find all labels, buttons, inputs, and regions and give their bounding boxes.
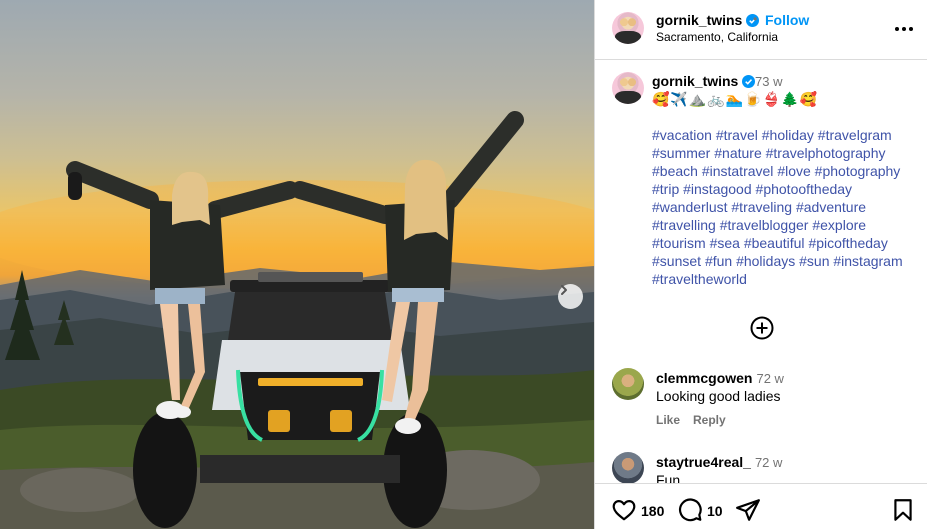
- hashtag-link[interactable]: #trip: [652, 181, 679, 197]
- hashtag-link[interactable]: #tourism: [652, 235, 706, 251]
- hashtag-link[interactable]: #travel: [716, 127, 758, 143]
- caption-emojis: 🥰✈️⛰️🚲🏊🍺👙🌲🥰: [652, 91, 818, 107]
- hashtag-link[interactable]: #travelgram: [818, 127, 892, 143]
- hashtag-link[interactable]: #travelblogger: [720, 217, 809, 233]
- share-paper-plane-icon[interactable]: [735, 497, 761, 523]
- hashtag-link[interactable]: #photooftheday: [756, 181, 853, 197]
- hashtag-link[interactable]: #adventure: [796, 199, 866, 215]
- hashtag-link[interactable]: #love: [777, 163, 810, 179]
- comment-timestamp[interactable]: 72 w: [756, 371, 783, 386]
- comment-username-row: clemmcgowen 72 w: [656, 370, 784, 386]
- save-bookmark-icon[interactable]: [890, 497, 916, 523]
- header-separator: •: [753, 12, 758, 26]
- caption-username[interactable]: gornik_twins: [652, 73, 756, 89]
- follow-button[interactable]: Follow: [765, 12, 809, 28]
- post-photo[interactable]: [0, 0, 594, 529]
- hashtag-link[interactable]: #instagood: [683, 181, 752, 197]
- commenter-avatar[interactable]: [612, 368, 644, 400]
- comment-username-row: staytrue4real_ 72 w: [656, 454, 782, 470]
- hashtag-link[interactable]: #instagram: [833, 253, 902, 269]
- hashtag-link[interactable]: #nature: [714, 145, 761, 161]
- comment-count[interactable]: 10: [707, 503, 723, 519]
- post-side-panel: gornik_twins • Follow Sacramento, Califo…: [594, 0, 927, 529]
- more-options-icon[interactable]: [893, 18, 915, 40]
- caption-avatar[interactable]: [612, 72, 644, 104]
- comment-actions: Like Reply: [656, 413, 739, 427]
- comment-text: Looking good ladies: [656, 388, 781, 404]
- hashtag-link[interactable]: #holiday: [762, 127, 814, 143]
- hashtag-link[interactable]: #wanderlust: [652, 199, 728, 215]
- load-more-comments-icon[interactable]: [750, 316, 774, 340]
- hashtag-link[interactable]: #beautiful: [744, 235, 805, 251]
- post-header: gornik_twins • Follow Sacramento, Califo…: [595, 0, 927, 60]
- comment-username[interactable]: clemmcgowen: [656, 370, 752, 386]
- hashtag-link[interactable]: #travelphotography: [766, 145, 886, 161]
- like-heart-icon[interactable]: [611, 497, 637, 523]
- caption-timestamp[interactable]: 73 w: [755, 74, 782, 89]
- commenter-avatar[interactable]: [612, 452, 644, 484]
- hashtag-link[interactable]: #traveltheworld: [652, 271, 747, 287]
- carousel-next-button[interactable]: [558, 284, 583, 309]
- comment-like-button[interactable]: Like: [656, 413, 680, 427]
- hashtag-link[interactable]: #summer: [652, 145, 710, 161]
- comment-username[interactable]: staytrue4real_: [656, 454, 751, 470]
- hashtag-link[interactable]: #photography: [815, 163, 901, 179]
- comment-reply-button[interactable]: Reply: [693, 413, 726, 427]
- hashtag-link[interactable]: #travelling: [652, 217, 716, 233]
- hashtag-link[interactable]: #picoftheday: [808, 235, 887, 251]
- chevron-right-icon: [561, 285, 567, 295]
- hashtag-link[interactable]: #fun: [705, 253, 732, 269]
- hashtag-link[interactable]: #beach: [652, 163, 698, 179]
- post-location[interactable]: Sacramento, California: [656, 30, 778, 44]
- caption-username-text[interactable]: gornik_twins: [652, 73, 738, 89]
- author-username-text[interactable]: gornik_twins: [656, 12, 742, 28]
- verified-badge-icon: [742, 75, 756, 88]
- comment-bubble-icon[interactable]: [677, 497, 703, 523]
- hashtag-link[interactable]: #vacation: [652, 127, 712, 143]
- author-avatar[interactable]: [612, 12, 644, 44]
- comment-timestamp[interactable]: 72 w: [755, 455, 782, 470]
- hashtag-link[interactable]: #sunset: [652, 253, 701, 269]
- hashtag-link[interactable]: #sun: [799, 253, 829, 269]
- like-count[interactable]: 180: [641, 503, 664, 519]
- post-action-bar: 180 10: [595, 483, 927, 529]
- caption-hashtags: #vacation #travel #holiday #travelgram #…: [652, 126, 922, 288]
- author-username[interactable]: gornik_twins: [656, 12, 760, 28]
- hashtag-link[interactable]: #holidays: [736, 253, 795, 269]
- hashtag-link[interactable]: #explore: [812, 217, 866, 233]
- hashtag-link[interactable]: #traveling: [731, 199, 792, 215]
- photo-scene: [0, 111, 594, 529]
- hashtag-link[interactable]: #sea: [710, 235, 740, 251]
- hashtag-link[interactable]: #instatravel: [702, 163, 774, 179]
